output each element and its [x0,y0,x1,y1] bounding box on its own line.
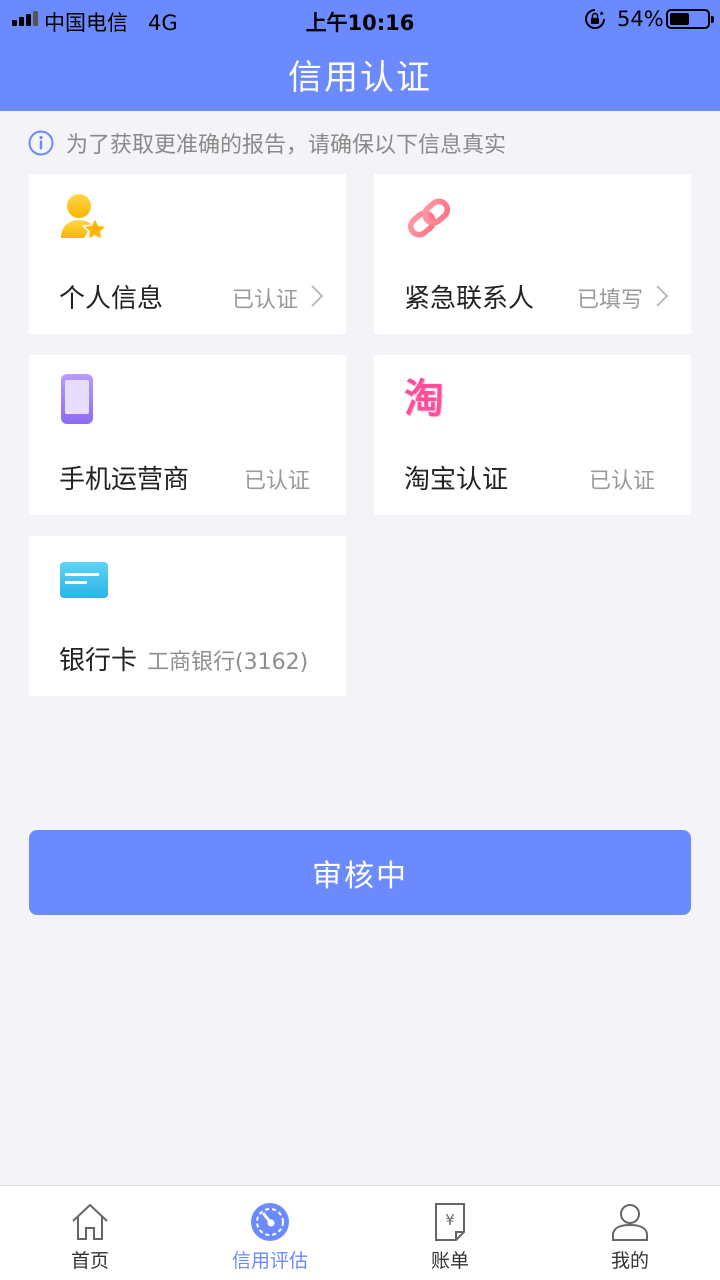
tab-label: 账单 [430,1250,469,1272]
page-title: 信用认证 [288,58,432,98]
card-taobao[interactable]: 淘 淘宝认证 已认证 [374,355,691,515]
tab-bar: 首页 信用评估 ¥ 账单 我的 [0,1185,720,1280]
review-status-button[interactable]: 审核中 [29,830,691,915]
tab-home[interactable]: 首页 [0,1186,180,1280]
status-time: 上午10:16 [305,11,415,35]
user-icon [612,1204,648,1241]
tab-credit-assessment[interactable]: 信用评估 [180,1186,360,1280]
rotation-lock-icon [585,9,605,29]
tab-mine[interactable]: 我的 [540,1186,720,1280]
bill-icon: ¥ [435,1203,465,1241]
phone-icon [61,374,93,424]
status-text: 已认证 [231,288,298,313]
home-icon [72,1203,108,1240]
card-mobile-operator[interactable]: 手机运营商 已认证 [29,355,346,515]
status-bar: 中国电信 4G 上午10:16 54% [0,0,720,38]
user-star-icon [61,194,109,241]
card-label: 淘宝认证 [404,465,509,495]
card-label: 个人信息 [59,284,164,314]
card-emergency-contact[interactable]: 紧急联系人 已填写 [374,174,691,334]
tab-label: 首页 [70,1250,109,1272]
tab-bills[interactable]: ¥ 账单 [360,1186,540,1280]
battery-percent: 54% [617,7,664,31]
chevron-right-icon [656,285,669,307]
notice: 为了获取更准确的报告，请确保以下信息真实 [28,126,506,160]
gauge-icon [251,1203,289,1241]
notice-text: 为了获取更准确的报告，请确保以下信息真实 [66,133,507,158]
chevron-right-icon [311,285,324,307]
status-text: 已认证 [588,469,655,494]
header: 中国电信 4G 上午10:16 54% 信用认证 [0,0,720,111]
link-icon [407,198,451,238]
info-icon [28,130,54,156]
taobao-icon: 淘 [404,376,444,422]
card-bank-card[interactable]: 银行卡 工商银行(3162) [29,536,346,696]
card-label: 紧急联系人 [404,284,535,314]
card-personal-info[interactable]: 个人信息 已认证 [29,174,346,334]
card-label: 银行卡 工商银行(3162) [59,640,308,677]
battery-icon [666,9,714,29]
bank-name: 工商银行(3162) [147,650,309,675]
status-text: 已认证 [243,469,310,494]
tab-label: 我的 [610,1250,649,1272]
tab-label: 信用评估 [231,1250,308,1272]
status-text: 已填写 [576,288,643,313]
svg-text:¥: ¥ [445,1211,455,1229]
bank-card-icon [60,562,108,598]
bank-label: 银行卡 [59,646,138,676]
card-label: 手机运营商 [59,465,190,495]
